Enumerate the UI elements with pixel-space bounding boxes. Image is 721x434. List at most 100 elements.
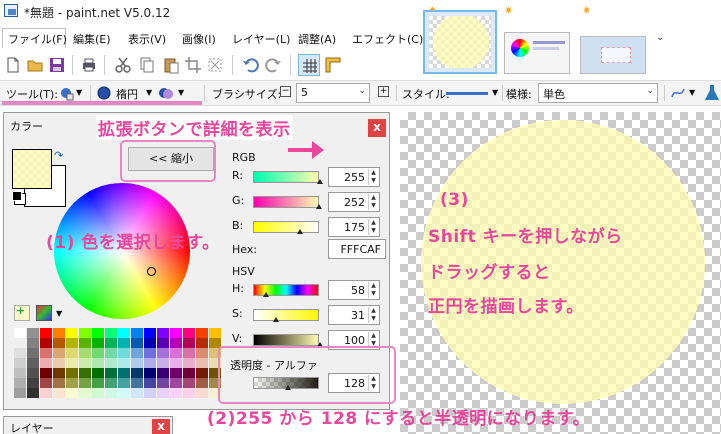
palette-swatch[interactable] — [170, 358, 182, 368]
palette-swatch[interactable] — [53, 338, 65, 348]
cut-icon[interactable] — [114, 56, 132, 74]
palette-swatch[interactable] — [40, 338, 52, 348]
chevron-down-icon[interactable]: ▼ — [178, 88, 184, 97]
palette-swatch[interactable] — [92, 388, 104, 398]
palette-swatch[interactable] — [79, 328, 91, 338]
undo-icon[interactable] — [242, 56, 260, 74]
redo-icon[interactable] — [264, 56, 282, 74]
palette-swatch[interactable] — [53, 378, 65, 388]
palette-swatch[interactable] — [196, 378, 208, 388]
palette-swatch[interactable] — [40, 378, 52, 388]
blue-slider[interactable] — [253, 221, 319, 233]
hex-field[interactable]: FFFCAF — [328, 239, 386, 259]
palette-swatch[interactable] — [131, 338, 143, 348]
palette-swatch[interactable] — [27, 338, 39, 348]
palette-swatch[interactable] — [40, 368, 52, 378]
menu-layers[interactable]: レイヤー(L) — [232, 31, 290, 47]
palette-swatch[interactable] — [79, 348, 91, 358]
palette-swatch[interactable] — [183, 378, 195, 388]
line-style-preview[interactable] — [446, 92, 488, 95]
spin-arrows-icon[interactable]: ▲ ▼ — [368, 194, 378, 210]
chevron-down-icon[interactable]: ▼ — [492, 88, 498, 97]
palette-swatch[interactable] — [144, 338, 156, 348]
curve-icon[interactable] — [670, 85, 686, 101]
palette-swatch[interactable] — [105, 338, 117, 348]
fill-mode-icon[interactable] — [158, 85, 174, 101]
palette-swatch[interactable] — [170, 348, 182, 358]
palette-swatch[interactable] — [66, 328, 78, 338]
palette-swatch[interactable] — [14, 338, 26, 348]
palette-swatch[interactable] — [157, 348, 169, 358]
close-icon[interactable]: x — [152, 419, 170, 434]
menu-effects[interactable]: エフェクト(C) — [352, 31, 423, 47]
add-to-palette-icon[interactable]: + — [14, 304, 30, 321]
palette-swatch[interactable] — [79, 378, 91, 388]
palette-swatch[interactable] — [170, 328, 182, 338]
palette-swatch[interactable] — [157, 378, 169, 388]
image-thumbnail-active[interactable] — [423, 10, 497, 74]
green-slider-handle[interactable] — [316, 204, 323, 209]
saturation-slider[interactable] — [253, 309, 319, 321]
palette-swatch[interactable] — [27, 368, 39, 378]
brush-size-field[interactable]: 5 ⌄ — [296, 83, 370, 103]
shape-type-label[interactable]: 楕円 — [116, 86, 138, 102]
palette-swatch[interactable] — [196, 328, 208, 338]
palette-swatch[interactable] — [79, 358, 91, 368]
shapes-tool-icon[interactable] — [58, 85, 74, 101]
palette-menu-icon[interactable] — [36, 305, 52, 321]
saturation-value-field[interactable]: 31 ▲ ▼ — [328, 305, 380, 325]
palette-swatch[interactable] — [14, 368, 26, 378]
palette-swatch[interactable] — [144, 348, 156, 358]
palette-swatch[interactable] — [118, 388, 130, 398]
palette-swatch[interactable] — [144, 358, 156, 368]
ruler-icon[interactable] — [324, 56, 342, 74]
palette-swatch[interactable] — [183, 358, 195, 368]
palette-swatch[interactable] — [79, 368, 91, 378]
spin-arrows-icon[interactable]: ▲ ▼ — [368, 219, 378, 235]
paste-icon[interactable] — [162, 56, 180, 74]
antialiasing-icon[interactable] — [704, 84, 720, 102]
palette-swatch[interactable] — [157, 338, 169, 348]
palette-swatch[interactable] — [79, 338, 91, 348]
palette-swatch[interactable] — [40, 348, 52, 358]
deselect-icon[interactable] — [206, 56, 224, 74]
green-value-field[interactable]: 252 ▲ ▼ — [328, 192, 380, 212]
spin-arrows-icon[interactable]: ▲ ▼ — [368, 307, 378, 323]
palette-swatch[interactable] — [157, 328, 169, 338]
decrease-icon[interactable]: − — [280, 86, 291, 97]
color-palette[interactable] — [14, 328, 222, 398]
swap-colors-icon[interactable]: ↷ — [54, 149, 63, 162]
print-icon[interactable] — [80, 56, 98, 74]
palette-swatch[interactable] — [92, 338, 104, 348]
increase-icon[interactable]: + — [378, 86, 389, 97]
palette-swatch[interactable] — [170, 338, 182, 348]
chevron-down-icon[interactable]: ▼ — [56, 309, 62, 318]
palette-swatch[interactable] — [144, 368, 156, 378]
palette-swatch[interactable] — [14, 378, 26, 388]
palette-swatch[interactable] — [14, 328, 26, 338]
color-wheel-picker[interactable] — [147, 267, 156, 276]
hue-slider-handle[interactable] — [263, 292, 270, 297]
palette-swatch[interactable] — [105, 328, 117, 338]
palette-swatch[interactable] — [131, 368, 143, 378]
red-slider-handle[interactable] — [317, 179, 323, 184]
value-slider[interactable] — [253, 334, 319, 346]
palette-swatch[interactable] — [105, 368, 117, 378]
palette-swatch[interactable] — [118, 328, 130, 338]
palette-swatch[interactable] — [14, 358, 26, 368]
palette-swatch[interactable] — [157, 358, 169, 368]
new-file-icon[interactable] — [4, 56, 22, 74]
palette-swatch[interactable] — [53, 368, 65, 378]
palette-swatch[interactable] — [66, 378, 78, 388]
palette-swatch[interactable] — [40, 358, 52, 368]
chevron-down-icon[interactable]: ▼ — [689, 88, 695, 97]
palette-swatch[interactable] — [92, 368, 104, 378]
primary-color-swatch[interactable] — [12, 149, 52, 189]
palette-swatch[interactable] — [14, 348, 26, 358]
palette-swatch[interactable] — [131, 358, 143, 368]
pixel-grid-toggle[interactable] — [298, 54, 320, 76]
blue-slider-handle[interactable] — [296, 229, 303, 234]
menu-image[interactable]: 画像(I) — [182, 31, 216, 47]
palette-swatch[interactable] — [40, 388, 52, 398]
chevron-down-icon[interactable]: ▼ — [76, 88, 82, 97]
